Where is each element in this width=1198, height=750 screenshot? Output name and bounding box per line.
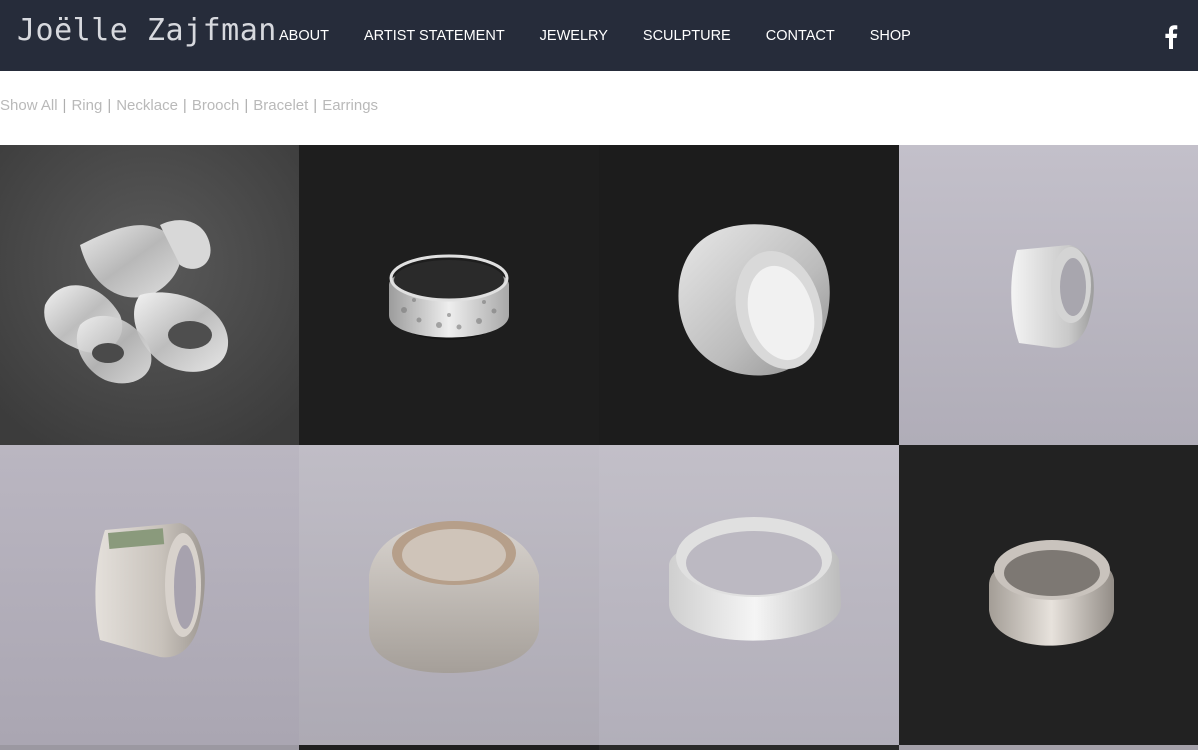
- gallery-item[interactable]: [899, 445, 1198, 745]
- filter-show-all[interactable]: Show All: [0, 97, 58, 114]
- site-logo[interactable]: Joëlle Zajfman: [17, 13, 277, 48]
- dome-ring-photo: [899, 445, 1198, 745]
- ring-with-stone-photo: [0, 445, 299, 745]
- filter-separator: |: [313, 97, 318, 114]
- filter-separator: |: [62, 97, 67, 114]
- filter-separator: |: [182, 97, 187, 114]
- nav-contact[interactable]: CONTACT: [766, 28, 835, 45]
- filter-separator: |: [244, 97, 249, 114]
- nav-about[interactable]: ABOUT: [279, 28, 329, 45]
- gallery-item[interactable]: [599, 745, 899, 750]
- gallery-item[interactable]: [599, 145, 899, 445]
- gallery-item[interactable]: [899, 145, 1198, 445]
- ring-cluster-photo: [0, 145, 299, 445]
- facebook-icon[interactable]: [1164, 25, 1178, 49]
- gallery-item[interactable]: [899, 745, 1198, 750]
- filter-necklace[interactable]: Necklace: [116, 97, 178, 114]
- wide-square-ring-photo: [599, 145, 899, 445]
- nav-shop[interactable]: SHOP: [870, 28, 911, 45]
- filter-brooch[interactable]: Brooch: [192, 97, 240, 114]
- filter-earrings[interactable]: Earrings: [322, 97, 378, 114]
- filter-ring[interactable]: Ring: [71, 97, 102, 114]
- nav-jewelry[interactable]: JEWELRY: [540, 28, 608, 45]
- gallery-item[interactable]: [599, 445, 899, 745]
- site-header: Joëlle Zajfman ABOUT ARTIST STATEMENT JE…: [0, 0, 1198, 71]
- gallery-item[interactable]: [299, 445, 599, 745]
- narrow-signet-ring-photo: [899, 145, 1198, 445]
- main-nav: ABOUT ARTIST STATEMENT JEWELRY SCULPTURE…: [279, 28, 946, 45]
- textured-band-ring-photo: [299, 145, 599, 445]
- nav-sculpture[interactable]: SCULPTURE: [643, 28, 731, 45]
- gallery-item[interactable]: [299, 145, 599, 445]
- polished-band-ring-photo: [599, 445, 899, 745]
- filter-separator: |: [107, 97, 112, 114]
- gallery-item[interactable]: [0, 445, 299, 745]
- filter-bracelet[interactable]: Bracelet: [253, 97, 308, 114]
- gallery-item[interactable]: [0, 145, 299, 445]
- gallery-item[interactable]: [0, 745, 299, 750]
- nav-artist-statement[interactable]: ARTIST STATEMENT: [364, 28, 505, 45]
- matte-signet-ring-photo: [299, 445, 599, 745]
- category-filter: Show All | Ring | Necklace | Brooch | Br…: [0, 97, 378, 114]
- gallery-item[interactable]: [299, 745, 599, 750]
